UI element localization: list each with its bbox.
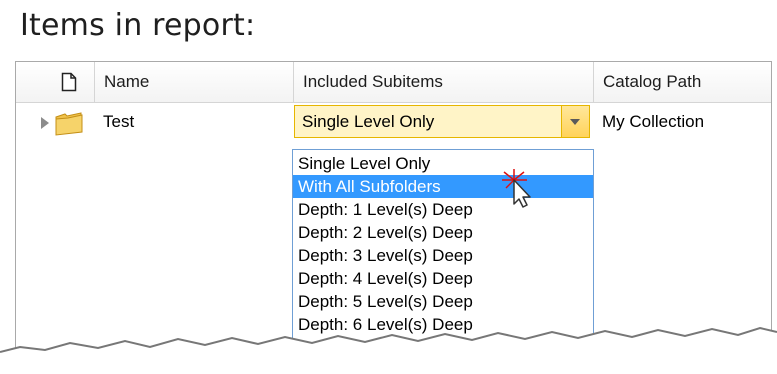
- row-name: Test: [103, 112, 135, 131]
- folder-icon: [55, 112, 83, 136]
- document-icon: [61, 72, 77, 92]
- triangle-right-icon[interactable]: [40, 116, 50, 130]
- chevron-down-icon: [570, 119, 580, 125]
- dropdown-option-depth-2[interactable]: Depth: 2 Level(s) Deep: [293, 221, 593, 244]
- mouse-pointer-icon: [502, 169, 531, 208]
- dropdown-option-depth-3[interactable]: Depth: 3 Level(s) Deep: [293, 244, 593, 267]
- report-items-grid[interactable]: Name Included Subitems Catalog Path Test…: [15, 61, 772, 363]
- column-header-name[interactable]: Name: [94, 62, 293, 102]
- header-icon-column[interactable]: [16, 62, 94, 102]
- dropdown-option-depth-5[interactable]: Depth: 5 Level(s) Deep: [293, 290, 593, 313]
- column-header-included-subitems[interactable]: Included Subitems: [293, 62, 593, 102]
- combobox-dropdown-button[interactable]: [561, 106, 589, 137]
- page-title: Items in report:: [20, 8, 256, 43]
- dropdown-option-depth-1[interactable]: Depth: 1 Level(s) Deep: [293, 198, 593, 221]
- row-catalog-path: My Collection: [602, 112, 705, 131]
- included-subitems-combobox[interactable]: Single Level Only: [294, 105, 590, 138]
- dropdown-option-single-level-only[interactable]: Single Level Only: [293, 152, 593, 175]
- dropdown-option-with-all-subfolders[interactable]: With All Subfolders: [293, 175, 593, 198]
- dropdown-option-depth-6[interactable]: Depth: 6 Level(s) Deep: [293, 313, 593, 336]
- combobox-value: Single Level Only: [302, 112, 435, 131]
- column-header-catalog-path[interactable]: Catalog Path: [593, 62, 771, 102]
- grid-header: Name Included Subitems Catalog Path: [16, 62, 771, 103]
- included-subitems-dropdown-list[interactable]: Single Level Only With All Subfolders De…: [292, 149, 594, 362]
- dropdown-option-depth-4[interactable]: Depth: 4 Level(s) Deep: [293, 267, 593, 290]
